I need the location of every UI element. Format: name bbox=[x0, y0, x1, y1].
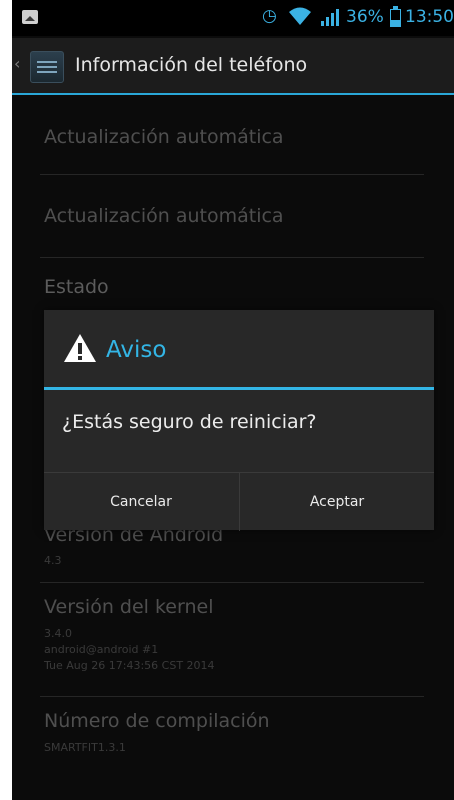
status-bar: ◷ 36% 13:50 bbox=[12, 0, 454, 36]
accept-button[interactable]: Aceptar bbox=[240, 473, 434, 531]
list-item-title: Actualización automática bbox=[44, 205, 284, 227]
battery-icon bbox=[390, 6, 401, 27]
list-item-kernel-version[interactable]: Versión del kernel 3.4.0 android@android… bbox=[12, 584, 454, 696]
list-item-status[interactable]: Estado bbox=[12, 258, 454, 318]
dialog-title: Aviso bbox=[106, 337, 167, 363]
list-item-title: Estado bbox=[44, 276, 109, 298]
action-bar: ‹ Información del teléfono bbox=[12, 38, 454, 95]
list-item-build-number[interactable]: Número de compilación SMARTFIT1.3.1 bbox=[12, 698, 454, 778]
list-item-summary: Tue Aug 26 17:43:56 CST 2014 bbox=[44, 659, 215, 672]
notification-image-icon bbox=[22, 10, 38, 24]
battery-percent: 36% bbox=[346, 7, 384, 27]
cancel-button[interactable]: Cancelar bbox=[44, 473, 238, 531]
warning-icon bbox=[62, 332, 98, 368]
status-clock: 13:50 bbox=[405, 7, 454, 27]
back-chevron-icon[interactable]: ‹ bbox=[14, 54, 20, 73]
list-item-summary: android@android #1 bbox=[44, 643, 159, 656]
alarm-icon: ◷ bbox=[262, 6, 277, 26]
wifi-icon bbox=[288, 6, 312, 30]
list-divider bbox=[40, 696, 424, 697]
list-item-summary: 3.4.0 bbox=[44, 627, 72, 640]
phone-screen: ◷ 36% 13:50 ‹ Información del teléfono A… bbox=[12, 0, 454, 800]
signal-icon bbox=[318, 7, 342, 31]
list-item-title: Actualización automática bbox=[44, 126, 284, 148]
list-item-summary: SMARTFIT1.3.1 bbox=[44, 741, 126, 754]
list-item-title: Número de compilación bbox=[44, 710, 270, 732]
dialog-message: ¿Estás seguro de reiniciar? bbox=[62, 411, 317, 433]
dialog-button-bar: Cancelar Aceptar bbox=[44, 472, 434, 531]
list-divider bbox=[40, 582, 424, 583]
warning-dialog: Aviso ¿Estás seguro de reiniciar? Cancel… bbox=[44, 310, 434, 531]
settings-app-icon[interactable] bbox=[30, 51, 64, 83]
battery-level-fill bbox=[391, 20, 400, 26]
list-item-title: Versión del kernel bbox=[44, 596, 214, 618]
list-item-summary: 4.3 bbox=[44, 554, 62, 567]
list-item-auto-update-1[interactable]: Actualización automática bbox=[12, 96, 454, 174]
dialog-header: Aviso bbox=[44, 310, 434, 388]
page-title: Información del teléfono bbox=[75, 54, 308, 76]
dialog-title-divider bbox=[44, 387, 434, 390]
list-item-auto-update-2[interactable]: Actualización automática bbox=[12, 175, 454, 257]
